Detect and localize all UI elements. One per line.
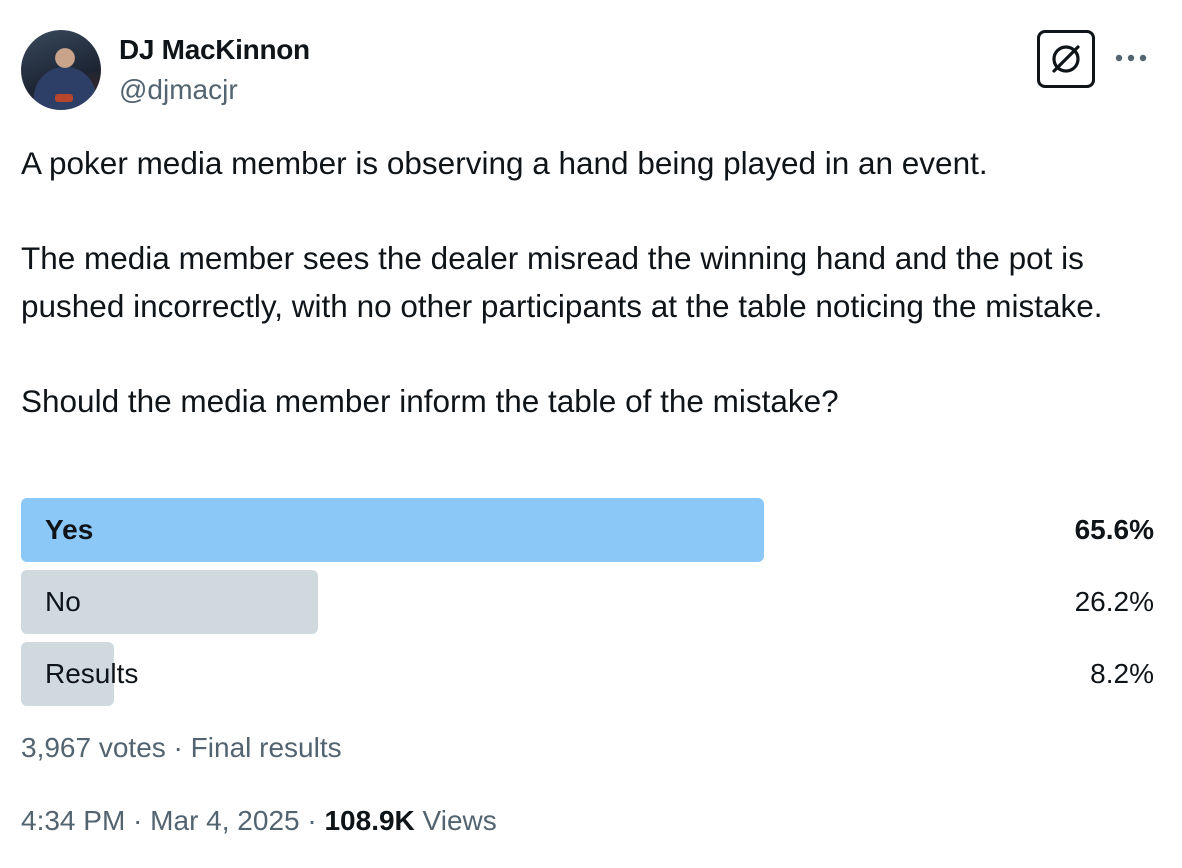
meta-separator: · <box>125 805 151 836</box>
views-count[interactable]: 108.9K <box>324 805 414 836</box>
poll-option-yes: Yes 65.6% <box>21 498 1154 562</box>
poll-status: Final results <box>190 732 342 763</box>
poll-option-no: No 26.2% <box>21 570 1154 634</box>
more-horizontal-icon <box>1115 54 1147 62</box>
poll-label-no: No <box>45 586 81 617</box>
tweet-time[interactable]: 4:34 PM <box>21 805 125 836</box>
tweet-paragraph-2: The media member sees the dealer misread… <box>21 240 1103 324</box>
tweet-meta: 4:34 PM · Mar 4, 2025 · 108.9K Views <box>21 805 497 837</box>
poll-label-results: Results <box>45 658 139 689</box>
meta-separator-2: · <box>299 805 325 836</box>
poll-percent-yes: 65.6% <box>1074 514 1154 545</box>
poll: Yes 65.6% No 26.2% Results 8.2% <box>21 498 1154 714</box>
poll-percent-no: 26.2% <box>1074 586 1154 617</box>
author-handle[interactable]: @djmacjr <box>119 74 238 106</box>
poll-option-results: Results 8.2% <box>21 642 1154 706</box>
poll-votes: 3,967 votes <box>21 732 166 763</box>
views-label: Views <box>414 805 497 836</box>
poll-separator: · <box>165 732 191 763</box>
poll-percent-results: 8.2% <box>1090 658 1154 689</box>
grok-icon <box>1052 45 1080 73</box>
more-button[interactable] <box>1114 44 1148 64</box>
grok-button[interactable] <box>1037 30 1095 88</box>
avatar[interactable] <box>21 30 101 110</box>
avatar-chip-detail <box>55 94 73 102</box>
tweet-date[interactable]: Mar 4, 2025 <box>150 805 299 836</box>
tweet-paragraph-1: A poker media member is observing a hand… <box>21 145 988 181</box>
poll-bar-yes <box>21 498 764 562</box>
tweet-text: A poker media member is observing a hand… <box>21 140 1161 425</box>
poll-summary: 3,967 votes · Final results <box>21 732 342 764</box>
author-name[interactable]: DJ MacKinnon <box>119 34 310 66</box>
poll-label-yes: Yes <box>45 514 94 545</box>
tweet-paragraph-3: Should the media member inform the table… <box>21 382 839 419</box>
